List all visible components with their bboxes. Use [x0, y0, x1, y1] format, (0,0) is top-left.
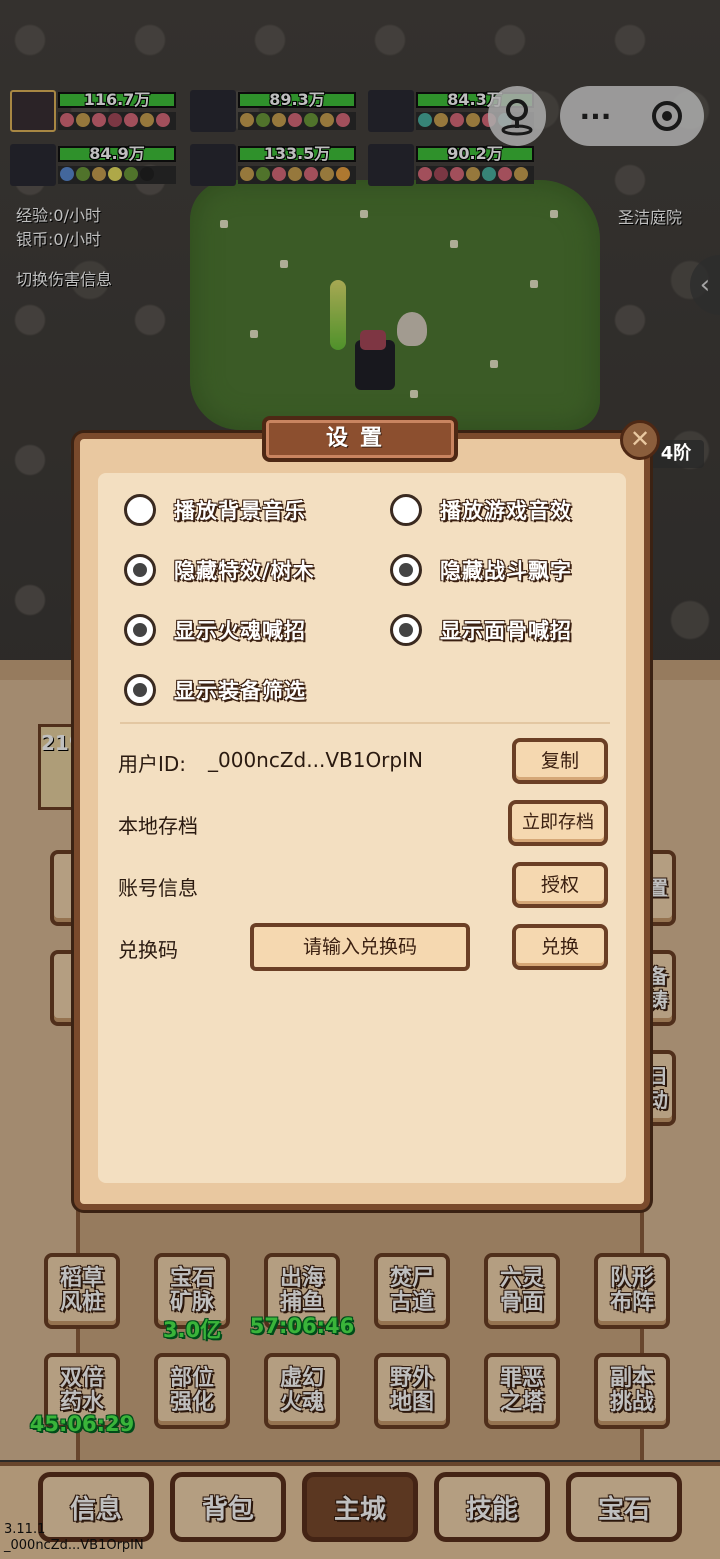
- radio-toggle[interactable]: [390, 494, 422, 526]
- account-info-label: 账号信息: [118, 876, 198, 900]
- radio-toggle[interactable]: [124, 674, 156, 706]
- radio-toggle[interactable]: [124, 554, 156, 586]
- radio-toggle[interactable]: [390, 614, 422, 646]
- option-label: 播放背景音乐: [174, 499, 306, 523]
- settings-title: 设置: [262, 416, 458, 462]
- option-mask-shout[interactable]: 显示面骨喊招: [390, 614, 572, 646]
- copy-button[interactable]: 复制: [512, 738, 608, 784]
- option-hide-effects[interactable]: 隐藏特效/树木: [124, 554, 315, 586]
- redeem-code-input[interactable]: 请输入兑换码: [250, 923, 470, 971]
- redeem-button[interactable]: 兑换: [512, 924, 608, 970]
- user-id-value: _000ncZd...VB1OrpIN: [208, 748, 423, 772]
- option-label: 显示装备筛选: [174, 679, 306, 703]
- option-fire-soul-shout[interactable]: 显示火魂喊招: [124, 614, 306, 646]
- option-label: 显示面骨喊招: [440, 619, 572, 643]
- divider: [120, 722, 610, 724]
- option-hide-damage-text[interactable]: 隐藏战斗飘字: [390, 554, 572, 586]
- radio-toggle[interactable]: [124, 614, 156, 646]
- user-id-label: 用户ID:: [118, 752, 187, 776]
- authorize-button[interactable]: 授权: [512, 862, 608, 908]
- option-label: 播放游戏音效: [440, 499, 572, 523]
- local-save-label: 本地存档: [118, 814, 198, 838]
- option-sfx[interactable]: 播放游戏音效: [390, 494, 572, 526]
- save-now-button[interactable]: 立即存档: [508, 800, 608, 846]
- option-label: 显示火魂喊招: [174, 619, 306, 643]
- option-label: 隐藏战斗飘字: [440, 559, 572, 583]
- option-label: 隐藏特效/树木: [174, 559, 315, 583]
- radio-toggle[interactable]: [390, 554, 422, 586]
- redeem-code-label: 兑换码: [118, 938, 178, 962]
- option-equipment-filter[interactable]: 显示装备筛选: [124, 674, 306, 706]
- close-icon[interactable]: ✕: [620, 420, 660, 460]
- radio-toggle[interactable]: [124, 494, 156, 526]
- option-bgm[interactable]: 播放背景音乐: [124, 494, 306, 526]
